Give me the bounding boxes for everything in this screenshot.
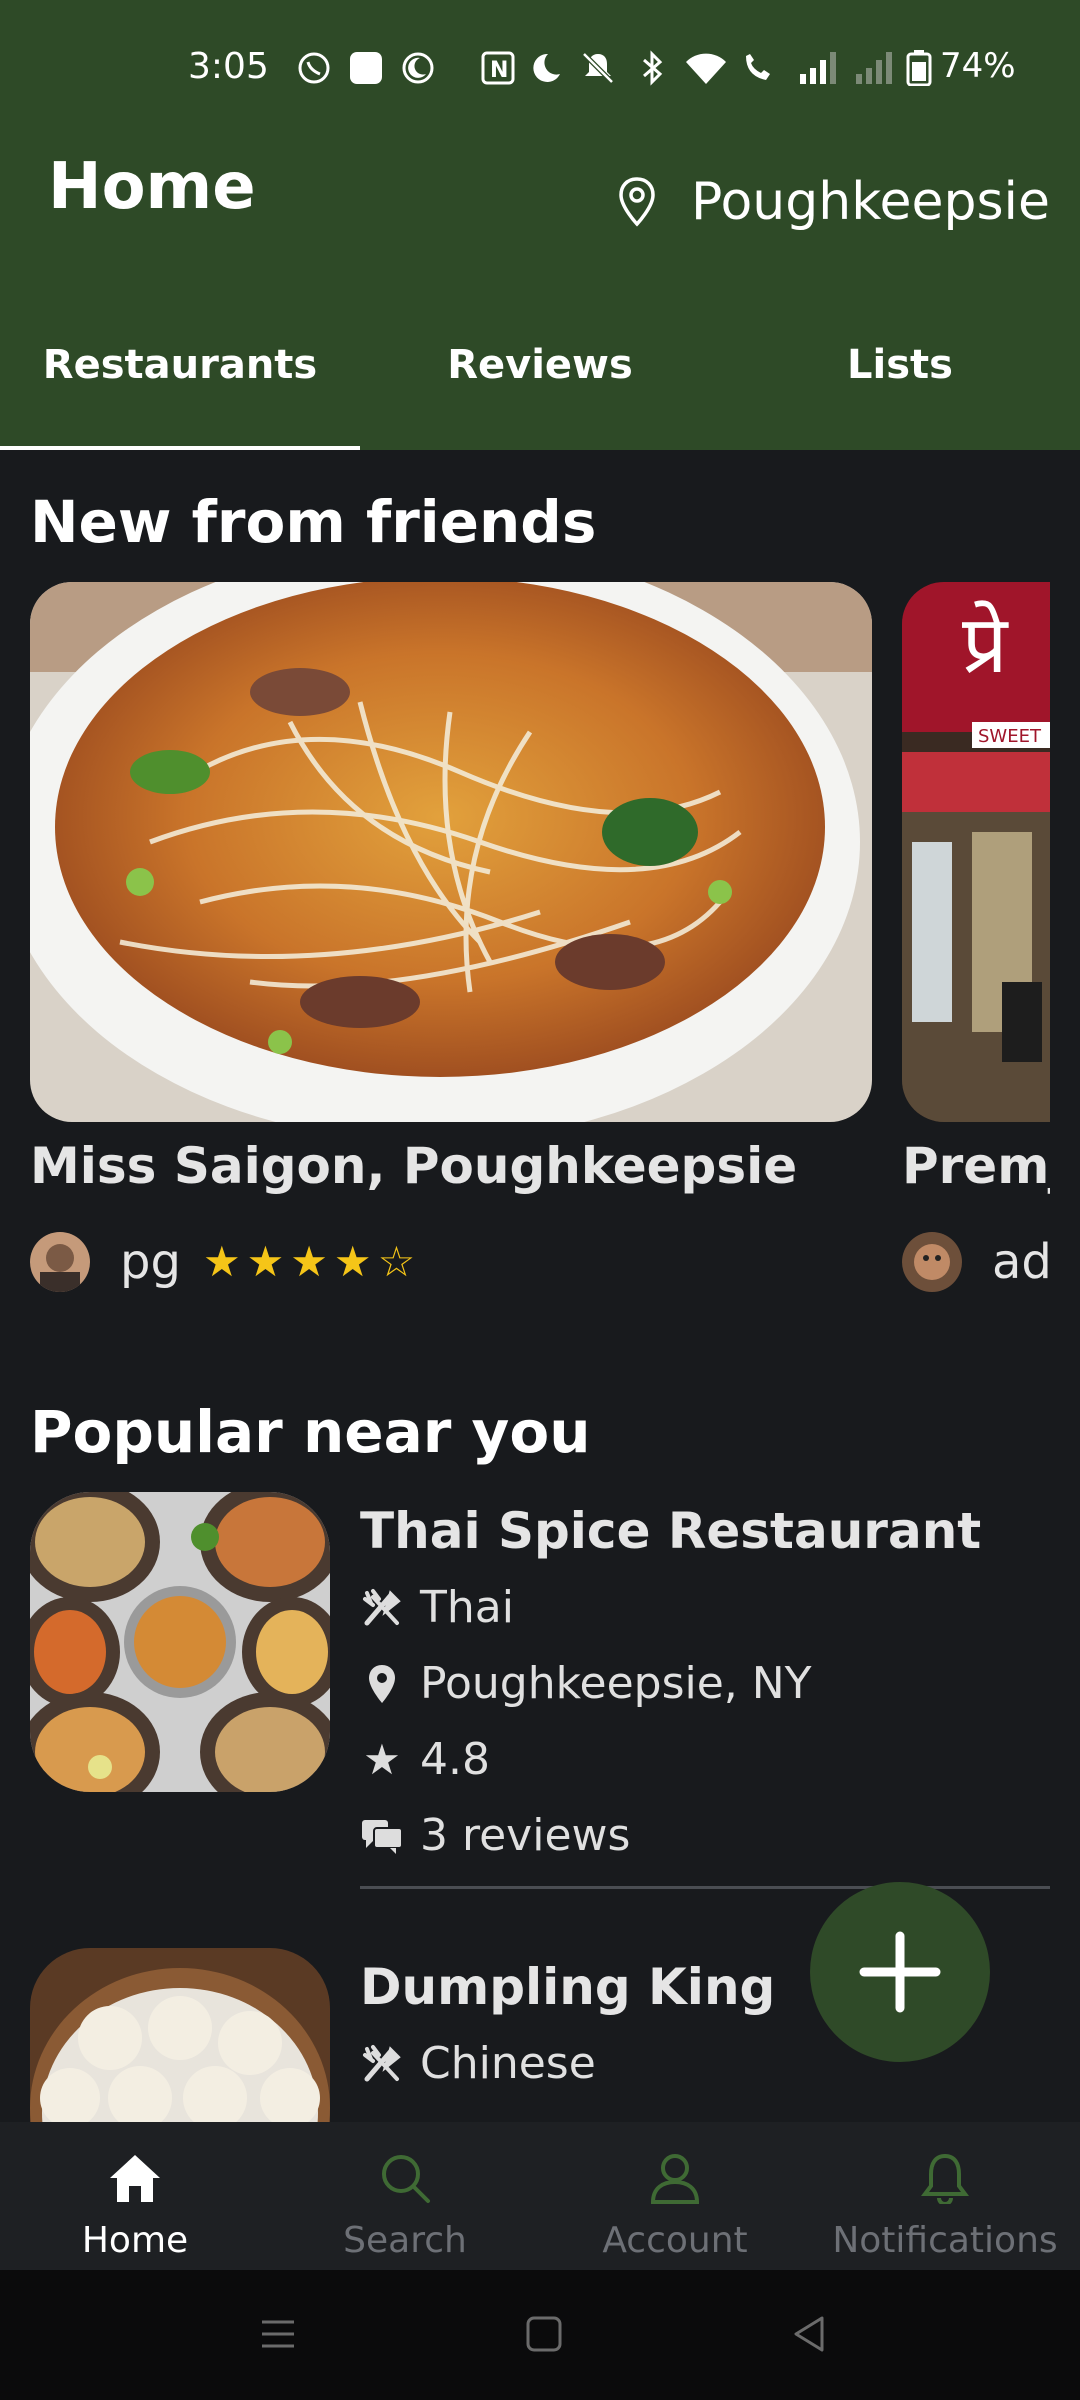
cuisine-label-2: Chinese (420, 2038, 596, 2089)
signal-icon (800, 52, 836, 84)
star-empty-icon: ☆ (377, 1237, 416, 1286)
reviewer-name: pg (120, 1234, 181, 1290)
battery-percentage: 74% (940, 46, 1016, 86)
nav-account[interactable]: Account (540, 2122, 810, 2270)
tab-lists[interactable]: Lists (720, 330, 1080, 450)
friend-review-card-2[interactable]: प्रे SWEET Premj ad (902, 582, 1050, 1302)
nav-home-label: Home (81, 2220, 189, 2261)
bottom-navigation: Home Search Account Notifications (0, 2122, 1080, 2270)
wifi-icon (686, 53, 726, 84)
friends-section-title: New from friends (30, 488, 597, 556)
friend-reviewer: pg ★ ★ ★ ★ ☆ (30, 1232, 421, 1292)
dumplings-photo (30, 1948, 330, 2122)
storefront-photo: प्रे SWEET (902, 582, 1050, 1122)
back-icon[interactable] (790, 2314, 830, 2354)
star-rating: ★ ★ ★ ★ ☆ (203, 1241, 421, 1283)
rating-row: ★ 4.8 (360, 1734, 490, 1785)
popular-section-title: Popular near you (30, 1398, 591, 1466)
nav-home[interactable]: Home (0, 2122, 270, 2270)
reviews-row: 3 reviews (360, 1810, 630, 1861)
avatar (902, 1232, 962, 1292)
location-label: Poughkeepsie (690, 172, 1050, 232)
star-filled-icon: ★ (333, 1237, 372, 1286)
status-bar: 3:05 N 74% (0, 0, 1080, 140)
pho-bowl-photo (30, 582, 872, 1122)
star-filled-icon: ★ (290, 1237, 328, 1286)
friend-reviewer-2: ad (902, 1232, 1050, 1292)
star-icon: ★ (363, 1734, 401, 1784)
comments-icon (360, 1814, 404, 1858)
nav-account-label: Account (602, 2220, 748, 2261)
status-time: 3:05 (188, 46, 269, 87)
account-icon (650, 2154, 700, 2204)
star-filled-icon: ★ (246, 1237, 285, 1286)
rating-value: 4.8 (420, 1734, 490, 1785)
add-button[interactable] (810, 1882, 990, 2062)
nav-search[interactable]: Search (270, 2122, 540, 2270)
svg-text:N: N (490, 58, 508, 83)
nav-notifications-label: Notifications (832, 2220, 1058, 2261)
friend-review-card[interactable]: Miss Saigon, Poughkeepsie pg ★ ★ ★ ★ ☆ (30, 582, 872, 1292)
location-selector[interactable]: Poughkeepsie (617, 172, 1050, 232)
cuisine-row-2: Chinese (360, 2038, 596, 2089)
list-divider (360, 1886, 1050, 1889)
app-header: 3:05 N 74% Home Poughkeepsie Restaurants… (0, 0, 1080, 450)
cuisine-row: Thai (360, 1582, 514, 1633)
app-notification-icon (350, 52, 382, 84)
battery-icon (906, 50, 932, 86)
friend-card-restaurant-name-2: Premj (902, 1137, 1050, 1195)
utensils-icon (360, 1586, 404, 1630)
moon-badge-icon (402, 52, 434, 84)
tab-reviews[interactable]: Reviews (360, 330, 720, 450)
review-count: 3 reviews (420, 1810, 631, 1861)
bluetooth-icon (643, 50, 663, 86)
thai-food-photo (30, 1492, 330, 1792)
recent-apps-icon[interactable] (258, 2314, 298, 2354)
tab-restaurants[interactable]: Restaurants (0, 330, 360, 450)
restaurant-list-item[interactable]: Thai Spice Restaurant Thai Poughkeepsie,… (30, 1492, 1050, 1892)
do-not-disturb-icon (533, 53, 560, 82)
tab-bar: Restaurants Reviews Lists (0, 330, 1080, 450)
nav-search-label: Search (343, 2220, 467, 2261)
mute-icon (582, 52, 614, 84)
restaurant-name-2: Dumpling King (360, 1958, 776, 2016)
friend-card-restaurant-name: Miss Saigon, Poughkeepsie (30, 1137, 798, 1195)
avatar (30, 1232, 90, 1292)
utensils-icon (360, 2042, 404, 2086)
location-pin-icon (619, 177, 655, 227)
reviewer-name-2: ad (992, 1234, 1050, 1290)
home-icon (110, 2155, 160, 2202)
svg-text:SWEET: SWEET (978, 726, 1042, 747)
signal-2-icon (856, 52, 892, 84)
svg-text:प्रे: प्रे (962, 598, 1009, 691)
restaurant-name: Thai Spice Restaurant (360, 1502, 982, 1560)
wifi-call-icon (746, 54, 770, 80)
location-pin-icon (360, 1662, 404, 1706)
cuisine-label: Thai (420, 1582, 514, 1633)
star-filled-icon: ★ (202, 1237, 241, 1286)
system-navigation-bar (0, 2270, 1080, 2400)
address-row: Poughkeepsie, NY (360, 1658, 812, 1709)
search-icon (382, 2155, 430, 2203)
whatsapp-icon (298, 52, 330, 84)
plus-icon (859, 1931, 941, 2013)
address-label: Poughkeepsie, NY (420, 1658, 812, 1709)
page-title: Home (48, 150, 256, 224)
nfc-icon: N (481, 51, 515, 85)
nav-notifications[interactable]: Notifications (810, 2122, 1080, 2270)
home-system-icon[interactable] (524, 2314, 564, 2354)
bell-icon (921, 2153, 969, 2204)
